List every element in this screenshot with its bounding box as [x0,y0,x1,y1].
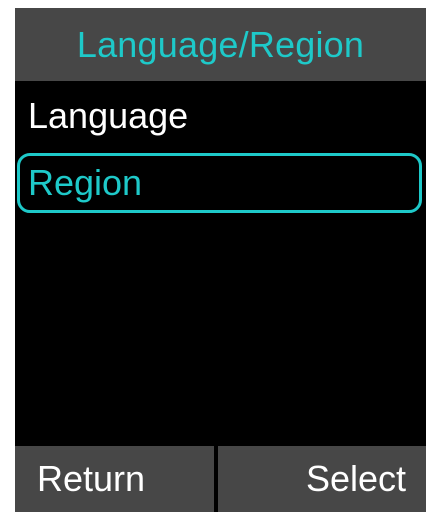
return-softkey[interactable]: Return [15,446,218,512]
select-softkey[interactable]: Select [218,446,426,512]
page-title: Language/Region [76,23,365,65]
menu-item-language[interactable]: Language [17,86,422,146]
softkey-bar: Return Select [15,446,426,512]
phone-screen: Language/Region Language Region Return S… [15,8,426,512]
menu-item-region[interactable]: Region [17,153,422,213]
title-bar: Language/Region [15,8,426,83]
